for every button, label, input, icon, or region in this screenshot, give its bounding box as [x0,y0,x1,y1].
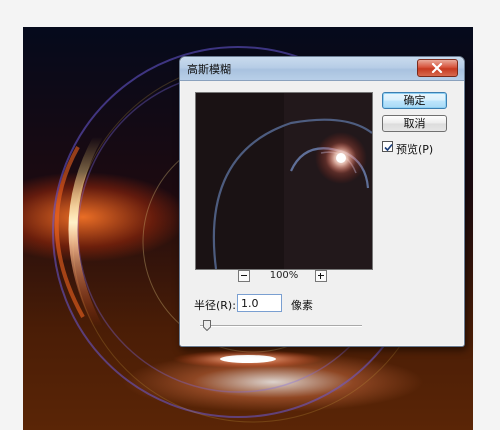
radius-slider-thumb[interactable] [203,320,211,331]
radius-unit-label: 像素 [291,299,313,312]
zoom-level-readout: 100% [269,270,299,281]
dialog-title: 高斯模糊 [187,63,231,76]
ok-button[interactable]: 确定 [382,92,447,109]
close-button[interactable] [417,59,458,77]
preview-checkbox-label[interactable]: 预览(P) [396,141,433,157]
radius-slider-track[interactable] [200,325,362,327]
preview-image [196,93,372,269]
radius-label: 半径(R): [194,299,236,312]
zoom-in-button[interactable] [315,270,327,282]
gaussian-blur-dialog: 高斯模糊 100% 确定 取消 预览(P) 半径(R): 1.0 像素 [179,56,465,347]
close-x-icon [431,63,443,73]
blur-preview-pane[interactable] [195,92,373,270]
preview-checkbox[interactable] [382,141,393,152]
radius-input[interactable] [237,294,282,312]
zoom-out-button[interactable] [238,270,250,282]
cancel-button[interactable]: 取消 [382,115,447,132]
dialog-titlebar[interactable]: 高斯模糊 [180,57,464,81]
checkmark-icon [384,143,393,152]
